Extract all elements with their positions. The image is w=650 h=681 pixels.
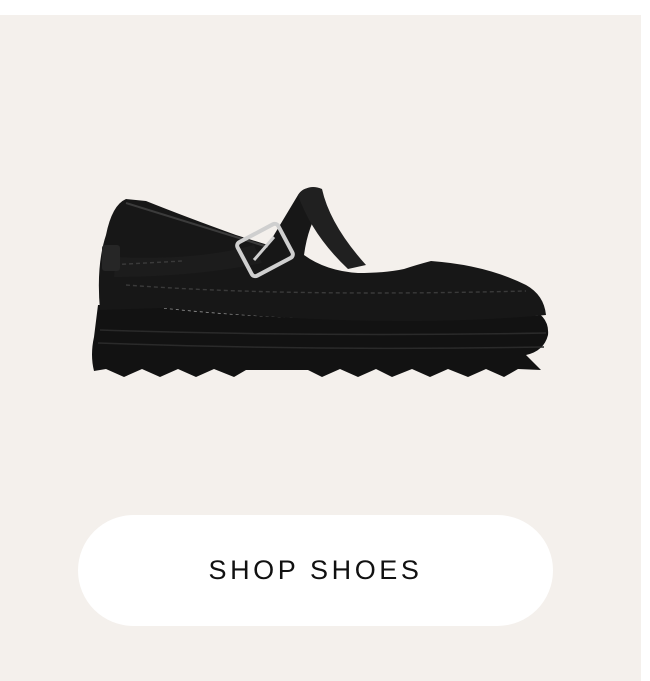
shop-shoes-button[interactable]: SHOP SHOES <box>78 515 553 626</box>
promo-card[interactable]: SHOP SHOES <box>0 15 641 681</box>
shoe-image[interactable] <box>86 165 556 395</box>
